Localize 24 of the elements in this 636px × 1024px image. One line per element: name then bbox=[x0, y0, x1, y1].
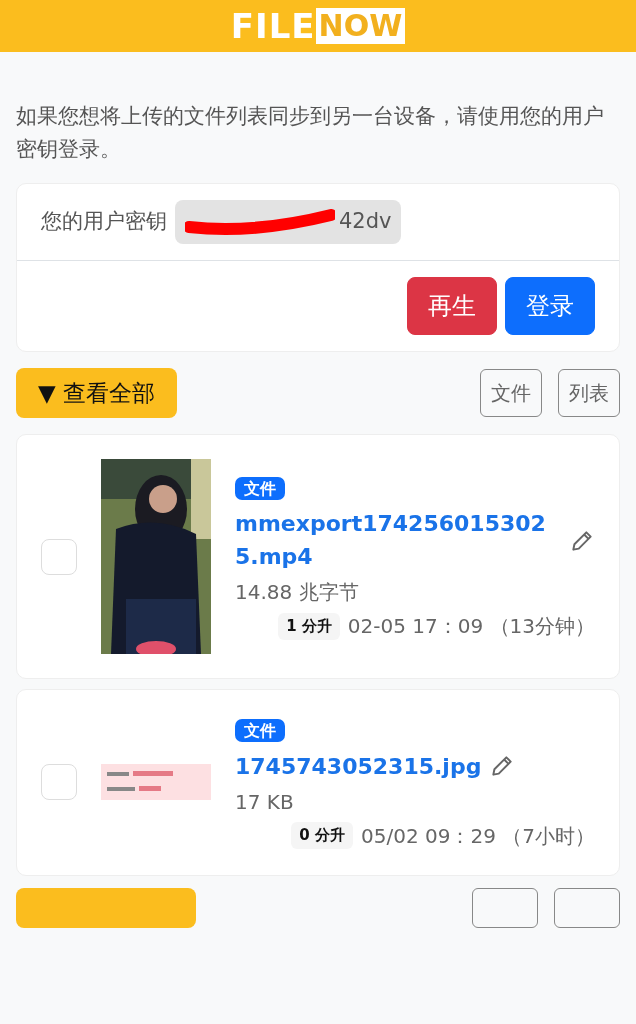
key-field: 42dv bbox=[175, 200, 402, 244]
view-button[interactable] bbox=[472, 887, 538, 928]
file-date: 02-05 17：09 （13分钟） bbox=[347, 613, 595, 641]
login-button[interactable]: 登录 bbox=[505, 276, 595, 335]
regenerate-button[interactable]: 再生 bbox=[407, 276, 497, 335]
file-type-badge: 文件 bbox=[235, 476, 285, 500]
file-link[interactable]: 1745743052315.jpg bbox=[235, 749, 482, 783]
view-all-button[interactable]: ▼ 查看全部 bbox=[16, 367, 177, 419]
logo-text: FILE bbox=[230, 4, 316, 48]
view-button[interactable]: 列表 bbox=[558, 368, 620, 417]
download-count: 0 分升 bbox=[291, 822, 353, 849]
file-checkbox[interactable] bbox=[41, 538, 77, 575]
logo-text: NOW bbox=[315, 8, 406, 44]
key-label: 您的用户密钥 bbox=[41, 208, 167, 236]
file-checkbox[interactable] bbox=[41, 764, 77, 801]
file-date: 05/02 09：29 （7小时） bbox=[361, 822, 595, 850]
view-button[interactable] bbox=[554, 887, 620, 928]
file-size: 17 KB bbox=[235, 788, 295, 816]
file-type-badge: 文件 bbox=[235, 719, 285, 743]
intro-text: 如果您想将上传的文件列表同步到另一台设备，请使用您的用户密钥登录。 bbox=[15, 103, 605, 163]
file-size: 14.88 兆字节 bbox=[235, 579, 360, 607]
file-link[interactable]: mmexport1742560153025.mp4 bbox=[235, 507, 561, 574]
view-button[interactable]: 文件 bbox=[480, 368, 542, 417]
download-count: 1 分升 bbox=[278, 613, 340, 640]
